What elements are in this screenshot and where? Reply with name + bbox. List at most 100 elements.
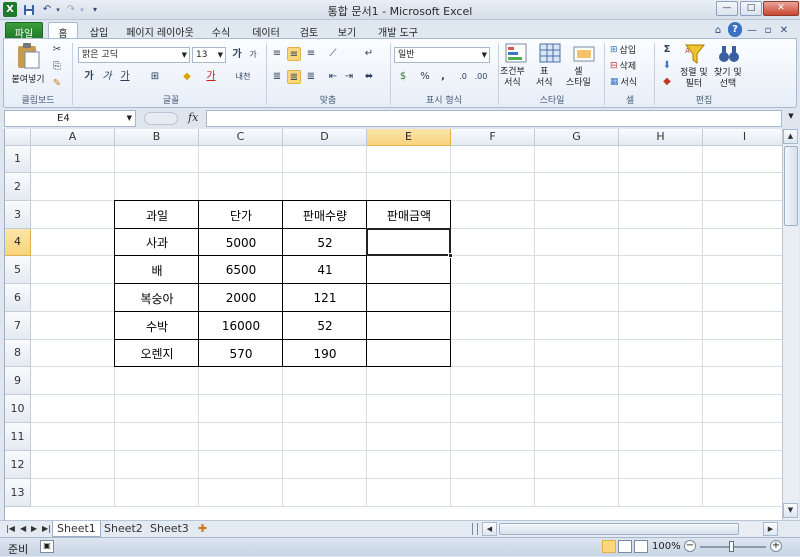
table-cell[interactable]: [367, 312, 451, 340]
accounting-format-icon[interactable]: $: [396, 70, 410, 84]
tab-file[interactable]: 파일: [5, 22, 43, 40]
format-painter-icon[interactable]: ✎: [50, 77, 64, 91]
copy-icon[interactable]: ⎘: [50, 60, 64, 74]
zoom-in-icon[interactable]: +: [770, 540, 782, 552]
column-header-h[interactable]: H: [619, 129, 703, 146]
table-cell[interactable]: 16000: [199, 312, 283, 340]
row-header-6[interactable]: 6: [5, 284, 31, 312]
row-header-2[interactable]: 2: [5, 173, 31, 201]
zoom-slider-thumb[interactable]: [729, 541, 734, 552]
scroll-left-icon[interactable]: ◀: [482, 522, 497, 536]
worksheet-grid[interactable]: A B C D E F G H I 1 2 3 4 5 6 7 8 9 10 11 12 13 과일 단가 판매수량 판매금액 사과…: [4, 129, 782, 520]
window-minimize-icon[interactable]: —: [746, 23, 758, 38]
table-cell[interactable]: 복숭아: [115, 284, 199, 312]
vertical-scrollbar[interactable]: ▲ ▼: [782, 129, 799, 520]
sort-filter-icon-button[interactable]: A: [684, 43, 710, 65]
row-header-4[interactable]: 4: [5, 229, 31, 256]
comma-button[interactable]: ,: [436, 70, 450, 84]
cut-icon[interactable]: ✂: [50, 43, 64, 57]
minimize-button[interactable]: —: [716, 1, 738, 16]
table-header-cell[interactable]: 과일: [115, 201, 199, 229]
table-cell[interactable]: 배: [115, 256, 199, 284]
table-cell[interactable]: 오렌지: [115, 340, 199, 367]
column-header-c[interactable]: C: [199, 129, 283, 146]
insert-cells-button[interactable]: ⊞ 삽입: [610, 43, 636, 57]
font-size-select[interactable]: 13 ▼: [192, 47, 226, 63]
tab-insert[interactable]: 삽입: [84, 22, 114, 39]
active-cell-outline[interactable]: [366, 228, 451, 256]
zoom-level[interactable]: 100%: [652, 541, 681, 552]
column-header-f[interactable]: F: [451, 129, 535, 146]
merge-center-icon[interactable]: ⬌: [362, 70, 376, 84]
paste-button[interactable]: 붙여넣기: [10, 42, 46, 88]
tab-developer[interactable]: 개발 도구: [370, 22, 426, 39]
align-top-icon[interactable]: ≡: [270, 47, 284, 61]
phonetic-button[interactable]: 내천: [230, 70, 256, 84]
column-header-i[interactable]: I: [703, 129, 782, 146]
table-header-cell[interactable]: 단가: [199, 201, 283, 229]
tab-page-layout[interactable]: 페이지 레이아웃: [122, 22, 198, 39]
row-header-5[interactable]: 5: [5, 256, 31, 284]
find-select-label[interactable]: 찾기 및 선택: [714, 68, 750, 90]
insert-function-button[interactable]: fx: [188, 111, 198, 124]
text-orientation-icon[interactable]: ⟋: [326, 47, 340, 61]
row-header-7[interactable]: 7: [5, 312, 31, 340]
fill-icon[interactable]: ⬇: [660, 59, 674, 73]
find-select-icon-button[interactable]: [718, 43, 744, 65]
fill-color-icon[interactable]: ◆: [180, 70, 194, 84]
row-header-11[interactable]: 11: [5, 423, 31, 451]
wrap-text-icon[interactable]: ↵: [362, 47, 376, 61]
sheet-tab-1[interactable]: Sheet1: [52, 521, 101, 537]
minimize-ribbon-icon[interactable]: ⌂: [712, 23, 724, 38]
table-cell[interactable]: 수박: [115, 312, 199, 340]
name-box[interactable]: E4 ▼: [4, 110, 136, 127]
maximize-button[interactable]: □: [740, 1, 762, 16]
row-header-3[interactable]: 3: [5, 201, 31, 229]
shrink-font-button[interactable]: 가: [246, 48, 260, 62]
last-sheet-icon[interactable]: ▶|: [42, 524, 51, 533]
sheet-tab-2[interactable]: Sheet2: [100, 521, 147, 537]
column-header-d[interactable]: D: [283, 129, 367, 146]
page-break-view-icon[interactable]: [634, 540, 648, 553]
first-sheet-icon[interactable]: |◀: [6, 524, 15, 533]
table-cell[interactable]: 570: [199, 340, 283, 367]
tab-split-handle[interactable]: [472, 523, 478, 535]
tab-review[interactable]: 검토: [294, 22, 324, 39]
table-cell[interactable]: 41: [283, 256, 367, 284]
format-cells-button[interactable]: ▦ 서식: [610, 75, 637, 89]
row-header-8[interactable]: 8: [5, 340, 31, 367]
horizontal-scrollbar[interactable]: ◀ ▶: [482, 522, 778, 536]
clear-icon[interactable]: ◆: [660, 75, 674, 89]
window-close-icon[interactable]: ✕: [778, 23, 790, 38]
column-header-e[interactable]: E: [367, 129, 451, 146]
align-left-icon[interactable]: ≣: [270, 70, 284, 84]
row-header-12[interactable]: 12: [5, 451, 31, 479]
prev-sheet-icon[interactable]: ◀: [20, 524, 26, 533]
table-header-cell[interactable]: 판매금액: [367, 201, 451, 229]
table-cell[interactable]: 121: [283, 284, 367, 312]
decrease-decimal-icon[interactable]: .00: [474, 70, 488, 84]
vertical-scroll-thumb[interactable]: [784, 146, 798, 226]
table-cell[interactable]: 52: [283, 312, 367, 340]
formula-input[interactable]: [206, 110, 782, 127]
help-icon[interactable]: ?: [728, 22, 742, 37]
align-center-icon[interactable]: ≣: [287, 70, 301, 84]
table-cell[interactable]: 사과: [115, 229, 199, 256]
insert-sheet-icon[interactable]: ✚: [194, 521, 211, 537]
table-cell[interactable]: 2000: [199, 284, 283, 312]
column-header-a[interactable]: A: [31, 129, 115, 146]
increase-indent-icon[interactable]: ⇥: [342, 70, 356, 84]
sheet-tab-3[interactable]: Sheet3: [146, 521, 193, 537]
row-header-10[interactable]: 10: [5, 395, 31, 423]
align-bottom-icon[interactable]: ≡: [304, 47, 318, 61]
close-button[interactable]: ✕: [763, 1, 799, 16]
table-cell[interactable]: [367, 256, 451, 284]
table-cell[interactable]: [367, 340, 451, 367]
table-cell[interactable]: 5000: [199, 229, 283, 256]
formula-bar-splitter[interactable]: [144, 112, 178, 125]
align-middle-icon[interactable]: ≡: [287, 47, 301, 61]
conditional-format-button[interactable]: [502, 43, 530, 63]
column-header-g[interactable]: G: [535, 129, 619, 146]
scroll-up-icon[interactable]: ▲: [783, 129, 798, 144]
next-sheet-icon[interactable]: ▶: [31, 524, 37, 533]
